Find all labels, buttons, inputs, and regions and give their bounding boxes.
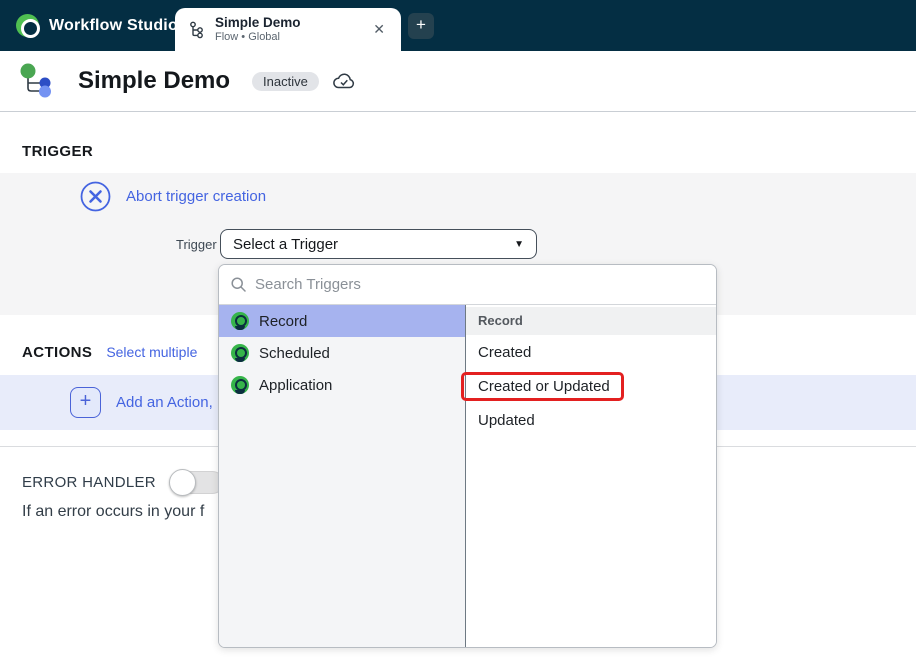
servicenow-logo-icon [16,14,40,38]
app-name: Workflow Studio [49,16,178,34]
actions-heading-row: ACTIONS Select multiple [22,344,197,361]
cloud-done-icon[interactable] [333,73,355,90]
actions-section-heading: ACTIONS [22,344,93,361]
category-label: Record [259,312,308,330]
select-multiple-link[interactable]: Select multiple [106,344,197,360]
plus-icon[interactable]: + [70,387,101,418]
app-brand: Workflow Studio [16,0,178,51]
trigger-option-list: Record Created Created or Updated Update… [461,305,716,647]
option-item-created[interactable]: Created [466,337,716,369]
close-icon[interactable]: ✕ [369,19,389,40]
trigger-category-list: Record Scheduled Application [219,305,466,647]
trigger-dropdown-panel: Record Scheduled Application Record Crea… [218,264,717,648]
search-icon [231,277,246,292]
category-item-scheduled[interactable]: Scheduled [219,337,465,369]
abort-trigger-label[interactable]: Abort trigger creation [126,188,266,205]
application-trigger-icon [231,376,249,394]
search-triggers-input[interactable] [255,276,704,293]
abort-circle-x-icon[interactable] [80,181,111,212]
category-item-record[interactable]: Record [219,305,465,337]
flow-diagram-icon [20,63,51,98]
error-handler-toggle[interactable] [168,469,224,496]
trigger-section-heading: TRIGGER [22,143,94,160]
panel-body: Record Scheduled Application Record Crea… [219,305,716,647]
tab-simple-demo[interactable]: Simple Demo Flow • Global ✕ [175,8,401,51]
tab-subtitle: Flow • Global [215,31,280,44]
option-item-created-or-updated[interactable]: Created or Updated [461,371,716,403]
page-title: Simple Demo [78,67,231,94]
option-label: Created or Updated [478,378,610,395]
new-tab-button[interactable]: + [408,13,434,39]
page-header: Simple Demo Inactive [0,51,916,112]
toggle-knob[interactable] [168,469,196,496]
trigger-field-label: Trigger [176,237,217,252]
add-action-label[interactable]: Add an Action, F [116,394,226,411]
error-handler-heading: ERROR HANDLER [22,474,156,491]
flow-icon [190,21,203,38]
category-label: Application [259,376,333,394]
option-item-updated[interactable]: Updated [466,405,716,437]
record-trigger-icon [231,312,249,330]
error-handler-row: ERROR HANDLER [22,469,224,496]
status-badge: Inactive [252,71,319,91]
tab-title: Simple Demo [215,14,301,30]
trigger-select-value: Select a Trigger [233,235,339,253]
tab-text: Simple Demo Flow • Global [215,15,369,44]
error-handler-description: If an error occurs in your f [22,503,205,520]
add-action-row[interactable]: + Add an Action, F [70,387,226,418]
trigger-select[interactable]: Select a Trigger ▼ [220,229,537,259]
top-bar: Workflow Studio Simple Demo Flow • Globa… [0,0,916,51]
chevron-down-icon: ▼ [514,238,524,250]
category-label: Scheduled [259,344,330,362]
scheduled-trigger-icon [231,344,249,362]
category-item-application[interactable]: Application [219,369,465,401]
option-group-header: Record [466,307,716,335]
abort-trigger-creation[interactable]: Abort trigger creation [80,181,266,212]
search-row [219,265,716,305]
